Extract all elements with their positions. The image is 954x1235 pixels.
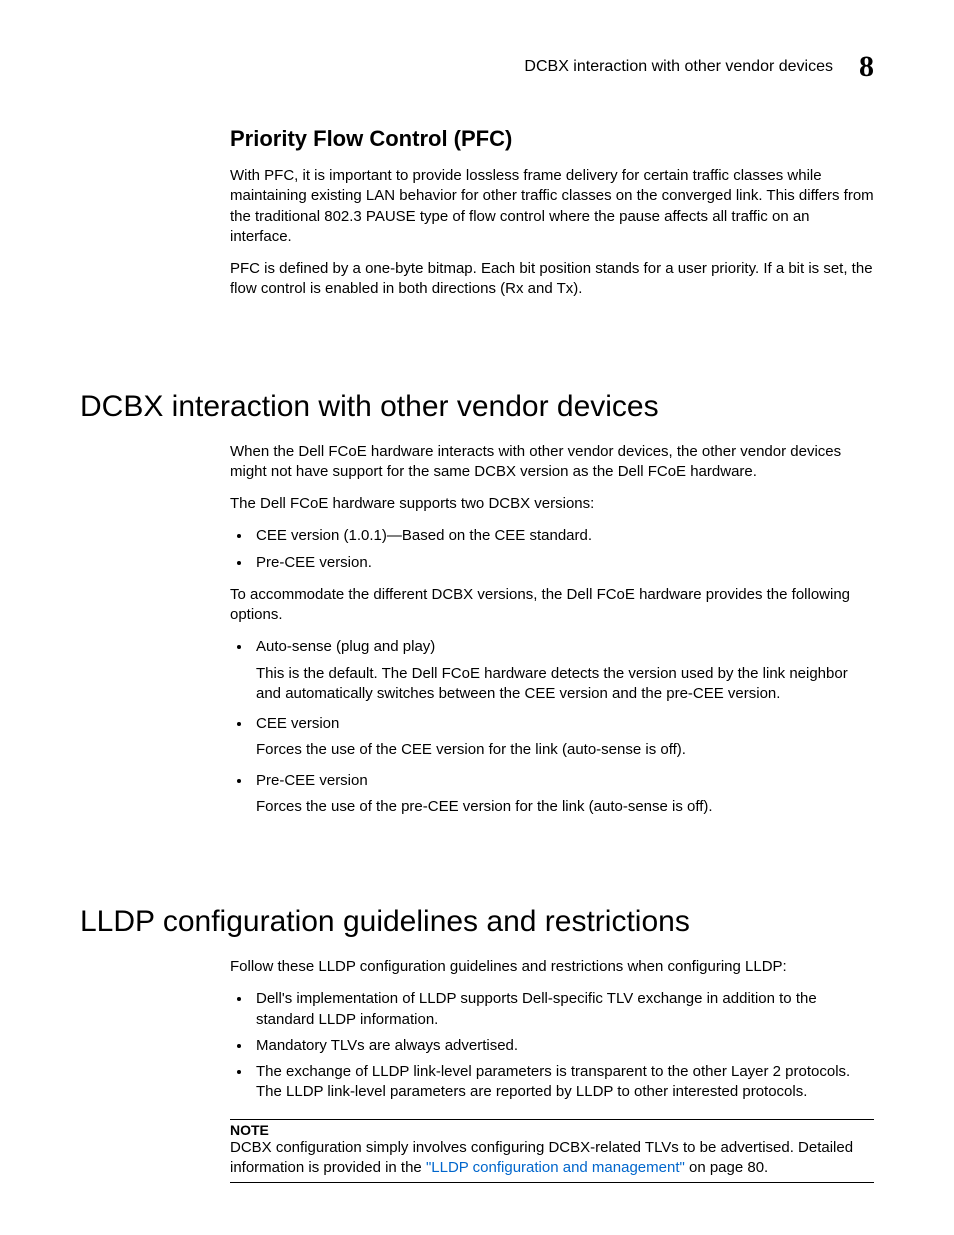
version-list: CEE version (1.0.1)—Based on the CEE sta… [230, 526, 874, 573]
list-item-desc: Forces the use of the CEE version for th… [256, 740, 874, 760]
body-text: When the Dell FCoE hardware interacts wi… [230, 442, 874, 483]
body-text: PFC is defined by a one-byte bitmap. Eac… [230, 259, 874, 300]
list-item: CEE version (1.0.1)—Based on the CEE sta… [252, 526, 874, 546]
body-text: Follow these LLDP configuration guidelin… [230, 957, 874, 977]
list-item-desc: This is the default. The Dell FCoE hardw… [256, 664, 874, 705]
running-title: DCBX interaction with other vendor devic… [524, 58, 833, 76]
list-item: CEE version [252, 714, 874, 734]
list-item: The exchange of LLDP link-level paramete… [252, 1062, 874, 1103]
cross-reference-link[interactable]: "LLDP configuration and management" [426, 1159, 685, 1176]
list-item: Pre-CEE version [252, 771, 874, 791]
options-list: Pre-CEE version [230, 771, 874, 791]
list-item: Mandatory TLVs are always advertised. [252, 1036, 874, 1056]
note-label: NOTE [230, 1122, 874, 1138]
body-text: To accommodate the different DCBX versio… [230, 585, 874, 626]
heading-pfc: Priority Flow Control (PFC) [230, 126, 874, 152]
body-text: With PFC, it is important to provide los… [230, 166, 874, 247]
options-list: CEE version [230, 714, 874, 734]
note-body: DCBX configuration simply involves confi… [230, 1138, 874, 1184]
heading-dcbx: DCBX interaction with other vendor devic… [80, 390, 874, 424]
body-text: The Dell FCoE hardware supports two DCBX… [230, 494, 874, 514]
content-area: Priority Flow Control (PFC) With PFC, it… [80, 126, 874, 1183]
list-item: Pre-CEE version. [252, 553, 874, 573]
list-item: Auto-sense (plug and play) [252, 637, 874, 657]
heading-lldp: LLDP configuration guidelines and restri… [80, 905, 874, 939]
note-block: NOTE DCBX configuration simply involves … [230, 1119, 874, 1184]
note-text: on page 80. [685, 1159, 768, 1176]
page-header: DCBX interaction with other vendor devic… [80, 50, 874, 84]
options-list: Auto-sense (plug and play) [230, 637, 874, 657]
list-item: Dell's implementation of LLDP supports D… [252, 989, 874, 1030]
lldp-list: Dell's implementation of LLDP supports D… [230, 989, 874, 1102]
chapter-number: 8 [859, 50, 874, 84]
list-item-desc: Forces the use of the pre-CEE version fo… [256, 797, 874, 817]
page: DCBX interaction with other vendor devic… [0, 0, 954, 1235]
